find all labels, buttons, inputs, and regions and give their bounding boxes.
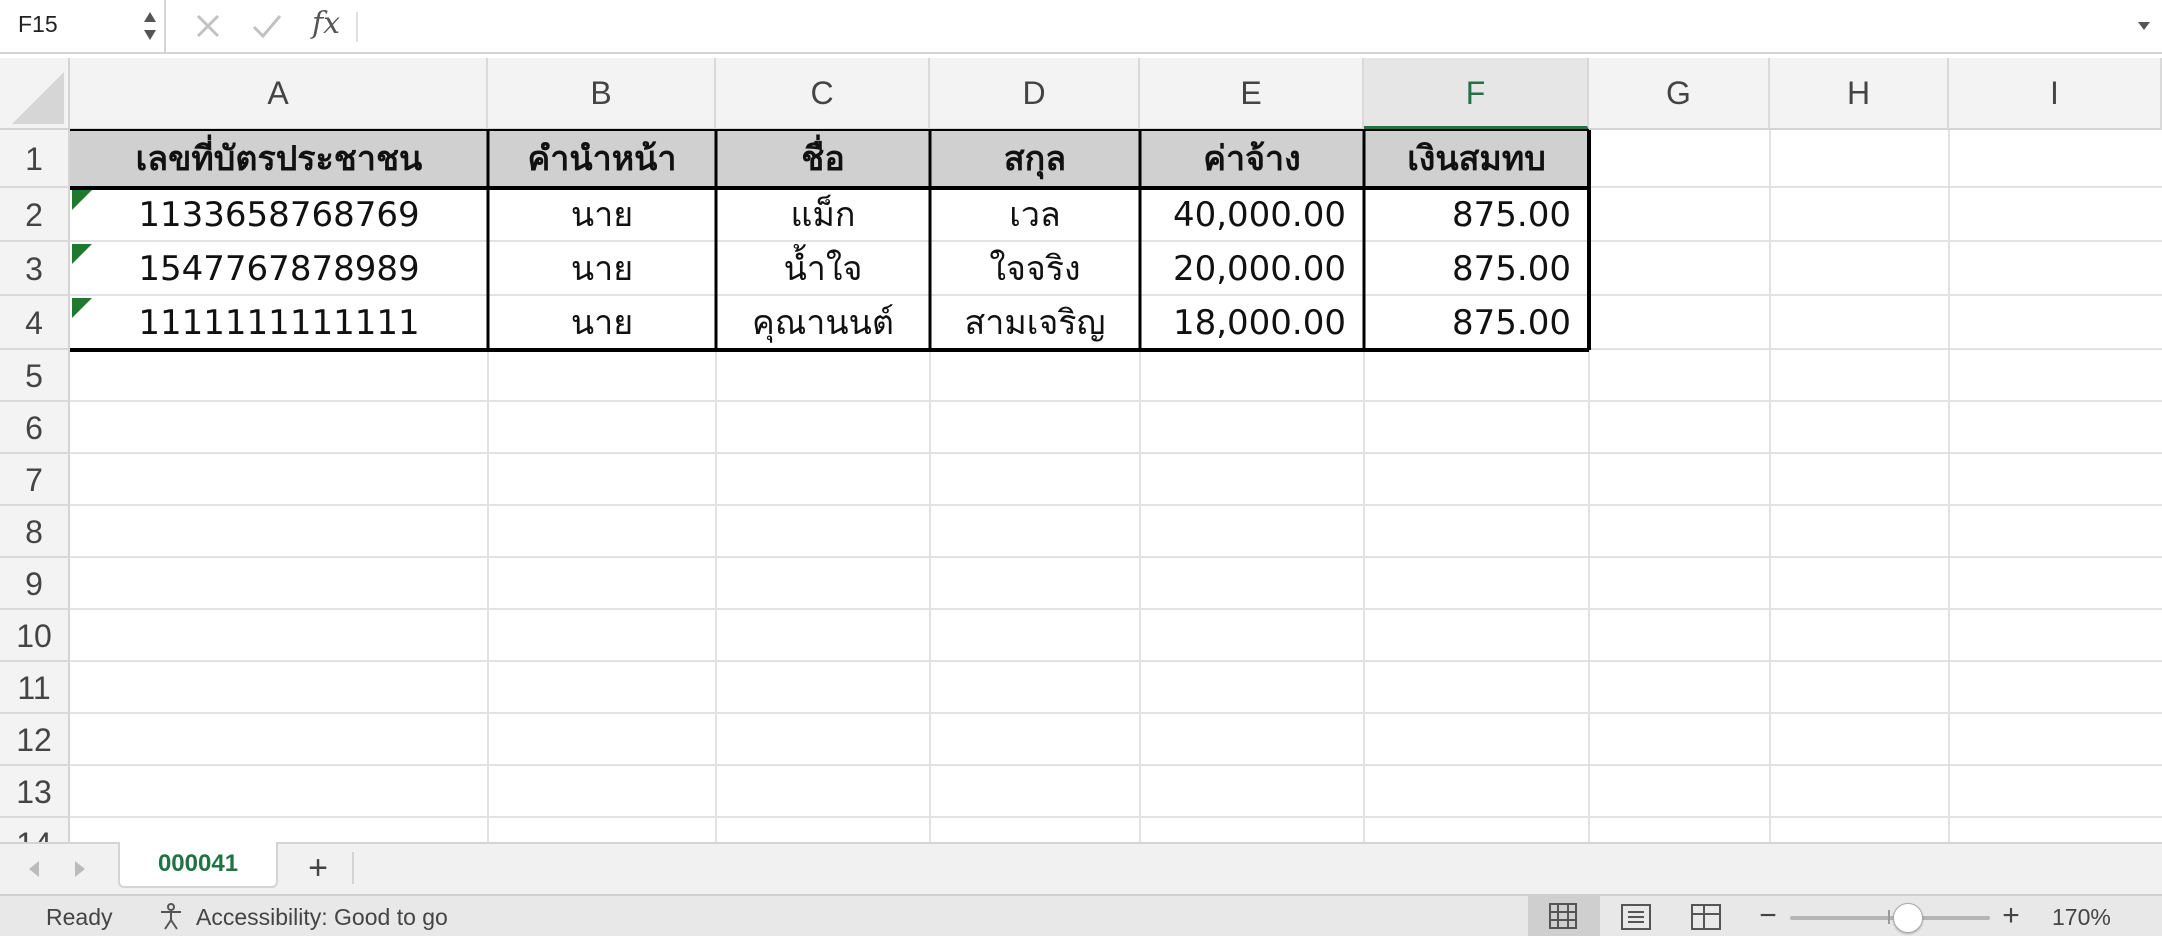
accessibility-status[interactable]: Accessibility: Good to go — [196, 904, 448, 931]
add-sheet-button[interactable]: + — [298, 850, 338, 886]
table-borders — [70, 129, 1591, 352]
formula-separator — [356, 12, 358, 42]
normal-view-button[interactable] — [1528, 894, 1600, 936]
sheet-tabs-bar: 000041 + — [0, 842, 2162, 894]
zoom-in-button[interactable]: + — [1998, 900, 2024, 932]
status-bar: Ready Accessibility: Good to go − + 170% — [0, 894, 2162, 936]
zoom-slider-track[interactable] — [1790, 916, 1990, 920]
sheet-tab-active[interactable]: 000041 — [118, 842, 278, 888]
next-sheet-icon[interactable] — [70, 858, 90, 880]
expand-formula-bar-icon[interactable] — [2136, 18, 2152, 34]
status-text: Ready — [46, 904, 113, 930]
name-box-stepper-icon[interactable] — [140, 6, 160, 46]
page-break-view-icon[interactable] — [1688, 902, 1724, 932]
previous-sheet-icon[interactable] — [24, 858, 44, 880]
accessibility-icon[interactable] — [156, 902, 186, 932]
confirm-formula-icon[interactable] — [250, 10, 284, 42]
formula-input[interactable] — [370, 6, 2120, 46]
page-layout-view-icon[interactable] — [1618, 902, 1654, 932]
insert-function-button[interactable]: fx — [312, 6, 348, 46]
zoom-slider-tick — [1888, 910, 1890, 924]
zoom-out-button[interactable]: − — [1756, 900, 1780, 932]
tabs-separator — [352, 852, 354, 884]
zoom-level[interactable]: 170% — [2052, 904, 2111, 931]
name-box[interactable]: F15 — [0, 0, 166, 52]
normal-view-icon — [1549, 903, 1577, 929]
cancel-formula-icon[interactable] — [192, 10, 224, 42]
spreadsheet-grid[interactable]: ABCDEFGHI 1234567891011121314 เลขที่บัตร… — [0, 58, 2162, 842]
formula-bar: F15 fx — [0, 0, 2162, 54]
name-box-value[interactable]: F15 — [18, 11, 58, 38]
zoom-slider-thumb[interactable] — [1893, 903, 1923, 933]
